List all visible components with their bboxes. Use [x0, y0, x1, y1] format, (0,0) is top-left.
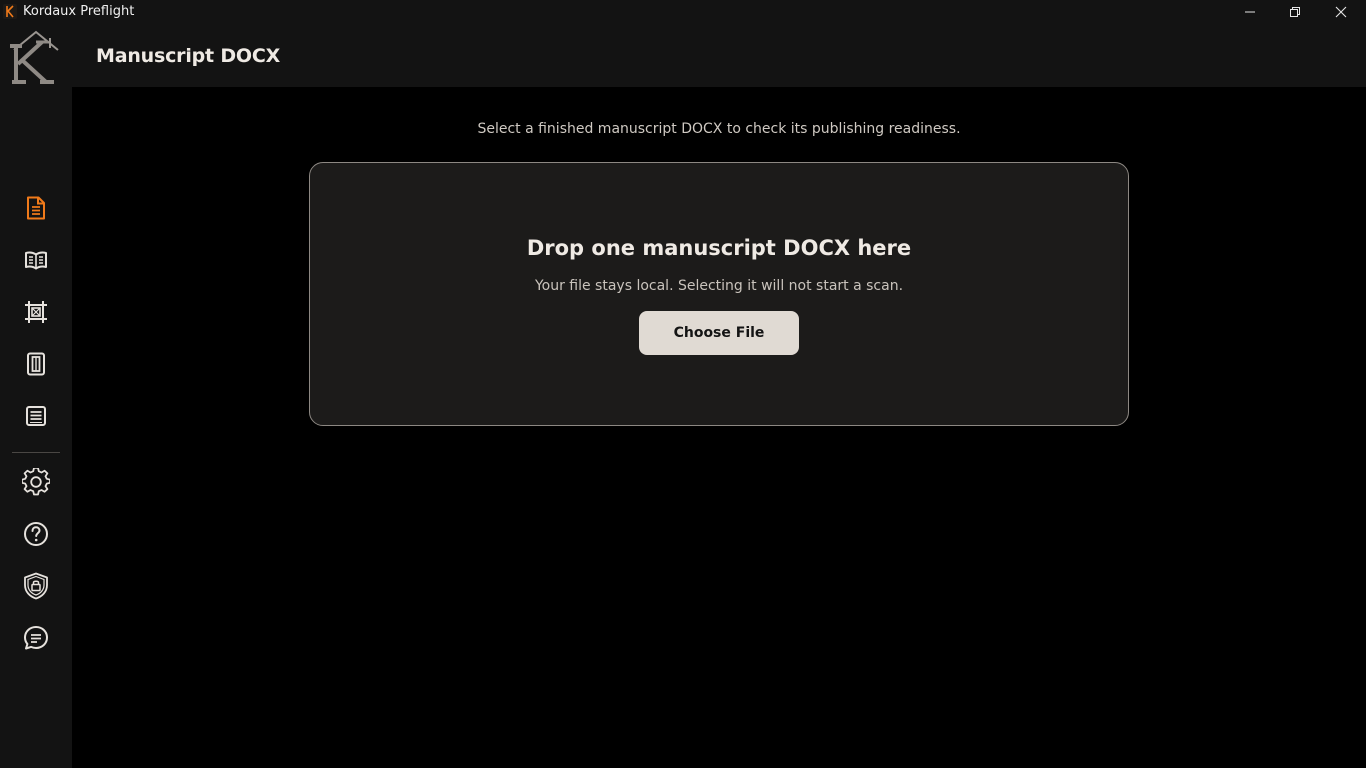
restore-icon: [1290, 7, 1300, 17]
page-header: Manuscript DOCX: [72, 24, 1366, 87]
sidebar-item-manuscript[interactable]: [10, 188, 62, 228]
sidebar-divider: [12, 452, 60, 453]
minimize-icon: [1245, 11, 1255, 13]
dropzone-subtitle: Your file stays local. Selecting it will…: [534, 278, 904, 294]
app-window: Kordaux Preflight Manuscript DOCX Select…: [0, 0, 1366, 768]
sidebar-item-settings[interactable]: [10, 462, 62, 502]
sidebar-item-cover[interactable]: [10, 344, 62, 384]
sidebar-item-help[interactable]: [10, 514, 62, 554]
page-title: Manuscript DOCX: [96, 45, 281, 67]
frame-icon: [25, 301, 47, 323]
report-icon: [26, 406, 46, 426]
sidebar: [0, 24, 72, 768]
window-title: Kordaux Preflight: [23, 4, 135, 19]
document-icon: [27, 196, 45, 220]
close-icon: [1335, 6, 1347, 18]
help-icon: [24, 522, 48, 546]
sidebar-item-book[interactable]: [10, 240, 62, 280]
choose-file-button[interactable]: Choose File: [639, 311, 799, 355]
sidebar-item-layout[interactable]: [10, 292, 62, 332]
sidebar-item-feedback[interactable]: [10, 618, 62, 658]
open-book-icon: [25, 251, 47, 270]
title-bar: Kordaux Preflight: [0, 0, 1366, 24]
dropzone-title: Drop one manuscript DOCX here: [526, 236, 912, 260]
restore-button[interactable]: [1272, 0, 1318, 24]
app-logo-icon: [3, 4, 17, 19]
chat-icon: [24, 626, 48, 650]
gear-icon: [22, 468, 50, 496]
close-button[interactable]: [1318, 0, 1364, 24]
minimize-button[interactable]: [1227, 0, 1273, 24]
kordaux-logo: [6, 28, 64, 86]
book-spine-icon: [27, 352, 45, 376]
file-dropzone[interactable]: Drop one manuscript DOCX here Your file …: [309, 162, 1129, 426]
sidebar-item-report[interactable]: [10, 396, 62, 436]
sidebar-item-privacy[interactable]: [10, 566, 62, 606]
shield-lock-icon: [24, 572, 48, 600]
instructions-text: Select a finished manuscript DOCX to che…: [477, 121, 961, 137]
